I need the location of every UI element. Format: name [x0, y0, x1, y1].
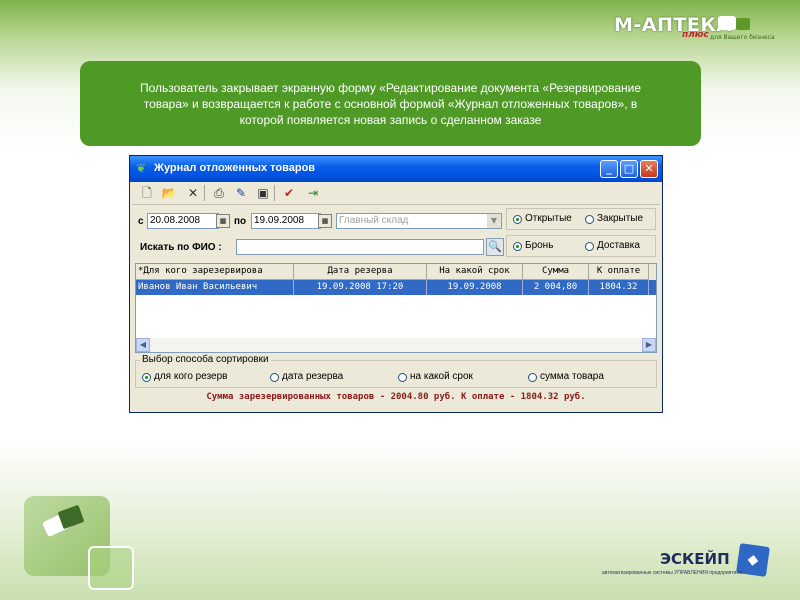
calendar-icon[interactable]: ▦ [318, 214, 332, 228]
print-icon[interactable]: ⎙ [210, 184, 228, 202]
table-cell: 19.09.2008 17:20 [294, 280, 427, 295]
sort-label: сумма товара [540, 371, 604, 382]
sort-radio-for-whom[interactable] [142, 373, 151, 382]
minimize-button[interactable]: _ [600, 160, 618, 178]
sort-label: дата резерва [282, 371, 344, 382]
toolbar-separator [274, 185, 275, 201]
column-header[interactable]: Дата резерва [294, 264, 427, 280]
reservations-table: *Для кого зарезервирова Дата резерва На … [135, 263, 657, 353]
sort-radio-date[interactable] [270, 373, 279, 382]
table-cell: 2 004,80 [523, 280, 589, 295]
from-date-field[interactable]: 20.08.2008 [147, 213, 219, 229]
radio-closed[interactable] [585, 215, 594, 224]
delete-icon[interactable]: ✕ [184, 184, 202, 202]
eskeyp-logo-subtitle: автоматизированные системы УПРАВЛЕНИЯ пр… [602, 570, 743, 576]
search-icon[interactable]: 🔍 [486, 238, 504, 256]
to-date-field[interactable]: 19.09.2008 [251, 213, 321, 229]
check-icon[interactable]: ✔ [280, 184, 298, 202]
horizontal-scrollbar[interactable]: ◀ ▶ [136, 338, 656, 352]
table-cell: Иванов Иван Васильевич [136, 280, 294, 295]
radio-closed-label: Закрытые [597, 213, 644, 224]
export-icon[interactable]: ▣ [254, 184, 272, 202]
logo-brand: М-АПТЕКА [614, 14, 732, 36]
chevron-down-icon[interactable]: ▼ [487, 214, 501, 228]
pill-icon [718, 16, 736, 30]
decorative-panel [88, 546, 134, 590]
logo-plus: плюс [682, 30, 709, 40]
scroll-right-icon[interactable]: ▶ [642, 338, 656, 352]
calendar-icon[interactable]: ▦ [216, 214, 230, 228]
open-folder-icon[interactable]: 📂 [160, 184, 178, 202]
sort-radio-term[interactable] [398, 373, 407, 382]
table-cell: 1804.32 [589, 280, 649, 295]
radio-open-label: Открытые [525, 213, 572, 224]
table-header: *Для кого зарезервирова Дата резерва На … [136, 264, 656, 280]
sort-label: на какой срок [410, 371, 473, 382]
fio-search-input[interactable] [236, 239, 484, 255]
toolbar: 🗋 📂 ✕ ⎙ ✎ ▣ ✔ ⇥ [132, 182, 660, 205]
eskeyp-logo-text: ЭСКЕЙП [660, 550, 730, 568]
toolbar-separator [204, 185, 205, 201]
scroll-left-icon[interactable]: ◀ [136, 338, 150, 352]
m-apteka-logo: М-АПТЕКА плюс для Вашего бизнеса [614, 14, 784, 50]
state-radio-group: Открытые Закрытые [506, 208, 656, 230]
sort-legend: Выбор способа сортировки [140, 354, 271, 365]
banner-text: Пользователь закрывает экранную форму «Р… [139, 80, 642, 127]
logo-tagline: для Вашего бизнеса [710, 34, 775, 41]
column-header[interactable]: Сумма [523, 264, 589, 280]
app-leaf-icon: ❦ [136, 161, 147, 175]
sort-radio-sum[interactable] [528, 373, 537, 382]
pill-box-icon [736, 18, 750, 30]
radio-open[interactable] [513, 215, 522, 224]
journal-window: ❦ Журнал отложенных товаров _ □ ✕ 🗋 📂 ✕ … [129, 155, 663, 413]
column-header[interactable]: *Для кого зарезервирова [136, 264, 294, 280]
radio-reserve[interactable] [513, 242, 522, 251]
window-titlebar[interactable]: ❦ Журнал отложенных товаров _ □ ✕ [130, 156, 662, 182]
radio-reserve-label: Бронь [525, 240, 554, 251]
type-radio-group: Бронь Доставка [506, 235, 656, 257]
table-cell: 19.09.2008 [427, 280, 523, 295]
close-button[interactable]: ✕ [640, 160, 658, 178]
new-document-icon[interactable]: 🗋 [138, 184, 156, 202]
totals-status: Сумма зарезервированных товаров - 2004.8… [206, 392, 586, 402]
description-banner: Пользователь закрывает экранную форму «Р… [80, 61, 701, 146]
window-title: Журнал отложенных товаров [154, 162, 316, 174]
to-label: по [234, 216, 247, 227]
warehouse-select[interactable]: Главный склад [336, 213, 502, 229]
radio-delivery-label: Доставка [597, 240, 640, 251]
radio-delivery[interactable] [585, 242, 594, 251]
table-row[interactable]: Иванов Иван Васильевич 19.09.2008 17:20 … [136, 280, 656, 295]
column-header[interactable]: К оплате [589, 264, 649, 280]
from-label: с [138, 216, 144, 227]
search-label: Искать по ФИО : [140, 242, 222, 253]
edit-icon[interactable]: ✎ [232, 184, 250, 202]
sort-label: для кого резерв [154, 371, 228, 382]
sort-options-group: Выбор способа сортировки для кого резерв… [135, 354, 657, 388]
column-header[interactable]: На какой срок [427, 264, 523, 280]
maximize-button[interactable]: □ [620, 160, 638, 178]
exit-icon[interactable]: ⇥ [304, 184, 322, 202]
